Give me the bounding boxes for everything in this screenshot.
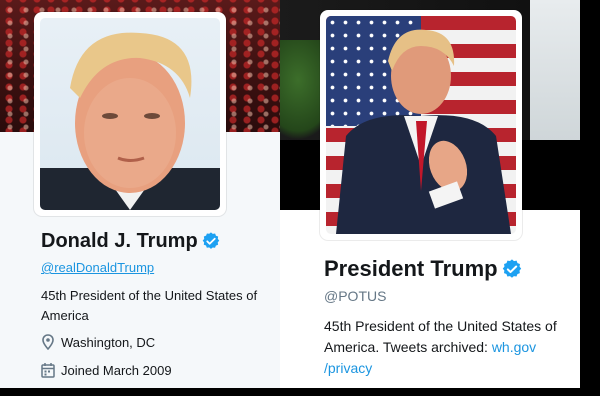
verified-badge-icon [202, 232, 219, 249]
profile-card-left: Donald J. Trump @realDonaldTrump 45th Pr… [0, 0, 280, 396]
profile-bio-left: 45th President of the United States of A… [41, 288, 258, 323]
profile-handle-right[interactable]: @POTUS [324, 288, 386, 304]
location-pin-icon [42, 334, 54, 350]
avatar-right[interactable] [320, 10, 522, 240]
bio-link-whgov[interactable]: wh.gov [492, 339, 536, 355]
location-row: Washington, DC [41, 334, 155, 350]
portrait-clapping-icon [336, 29, 511, 234]
profile-name-right[interactable]: President Trump [324, 256, 522, 282]
avatar-left-image [40, 18, 220, 210]
avatar-right-image [326, 16, 516, 234]
calendar-icon [41, 363, 55, 378]
joined-row: Joined March 2009 [41, 362, 172, 378]
joined-text: Joined March 2009 [61, 362, 172, 378]
profile-handle-left[interactable]: @realDonaldTrump [41, 260, 154, 275]
avatar-left[interactable] [34, 12, 226, 216]
portrait-face-icon [40, 32, 220, 210]
profile-bio-right: 45th President of the United States of A… [324, 318, 557, 376]
profile-name-left[interactable]: Donald J. Trump [41, 230, 220, 253]
profile-card-right: President Trump @POTUS 45th President of… [280, 0, 600, 396]
location-text: Washington, DC [61, 334, 156, 350]
verified-badge-icon [502, 259, 521, 278]
bio-link-privacy[interactable]: /privacy [324, 360, 372, 376]
